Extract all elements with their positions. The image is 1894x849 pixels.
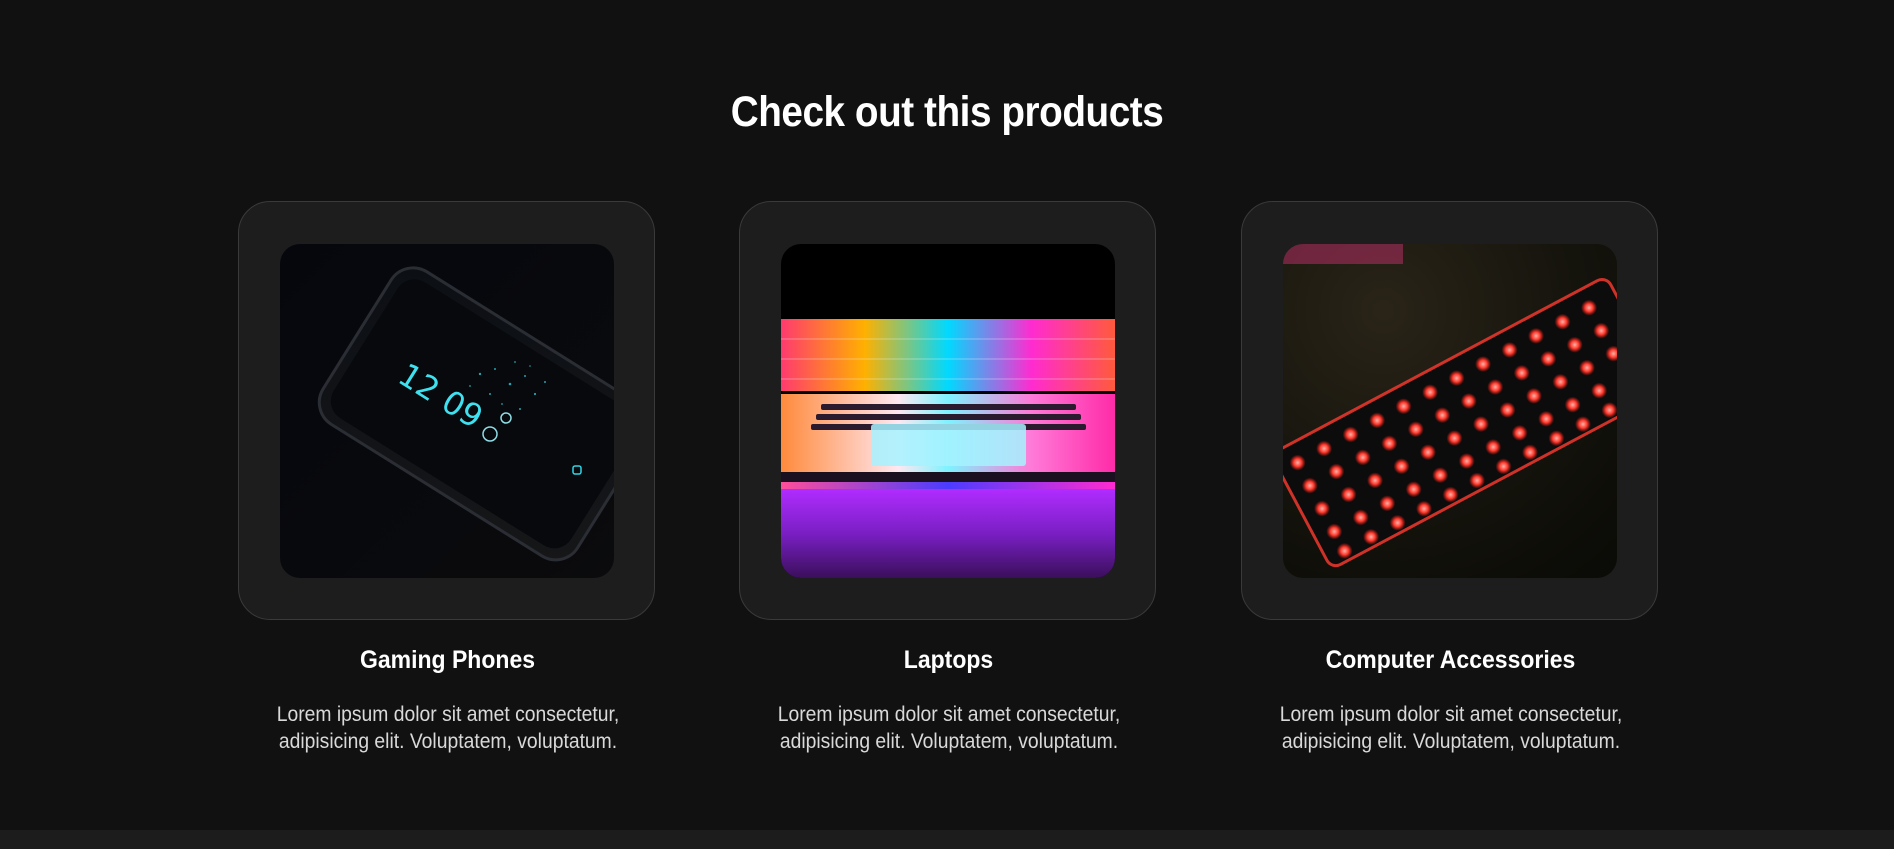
footer-strip — [0, 830, 1894, 849]
product-title: Gaming Phones — [359, 646, 536, 674]
product-image-frame — [1241, 201, 1658, 620]
products-section: Check out this products 12 09 Gaming Pho… — [0, 0, 1894, 830]
rgb-laptop-photo — [780, 243, 1115, 578]
section-title: Check out this products — [730, 88, 1164, 136]
product-title: Laptops — [903, 646, 994, 674]
product-title: Computer Accessories — [1325, 646, 1576, 674]
product-cards: 12 09 Gaming Phones Lorem ipsum dolor si… — [238, 201, 1663, 761]
product-card-laptops[interactable]: Laptops Lorem ipsum dolor sit amet conse… — [739, 201, 1158, 755]
phone-lockscreen-photo: 12 09 — [279, 243, 614, 578]
product-description: Lorem ipsum dolor sit amet consectetur, … — [276, 703, 619, 753]
product-card-computer-accessories[interactable]: Computer Accessories Lorem ipsum dolor s… — [1241, 201, 1660, 755]
product-description: Lorem ipsum dolor sit amet consectetur, … — [1279, 703, 1622, 753]
product-description: Lorem ipsum dolor sit amet consectetur, … — [777, 703, 1120, 753]
red-backlit-keyboard-photo — [1282, 243, 1617, 578]
product-image-frame — [739, 201, 1156, 620]
product-card-gaming-phones[interactable]: 12 09 Gaming Phones Lorem ipsum dolor si… — [238, 201, 657, 755]
product-image-frame: 12 09 — [238, 201, 655, 620]
